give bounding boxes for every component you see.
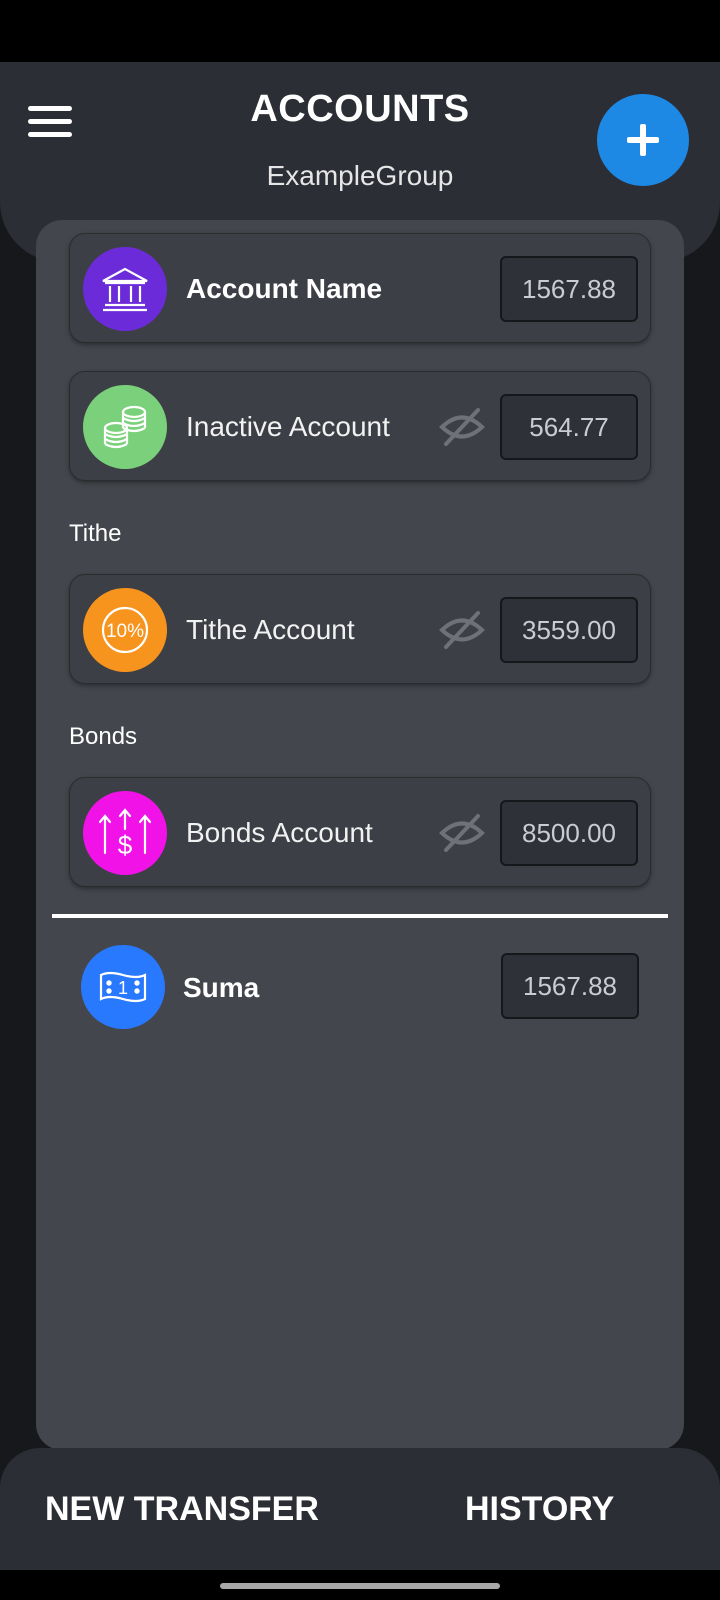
summary-divider xyxy=(52,914,668,918)
account-name: Inactive Account xyxy=(186,411,390,442)
percent-icon-label: 10% xyxy=(106,621,144,642)
dollar-sign-label: $ xyxy=(118,830,133,860)
account-card-inactive-account[interactable]: Inactive Account 564.77 xyxy=(69,371,651,481)
percent-icon: 10% xyxy=(83,588,167,672)
account-card-bonds-account[interactable]: $ Bonds Account 8500.00 xyxy=(69,777,651,887)
account-name: Bonds Account xyxy=(186,817,373,848)
hamburger-line xyxy=(28,132,72,137)
dollar-arrows-icon: $ xyxy=(83,791,167,875)
plus-icon xyxy=(627,124,659,156)
account-card-tithe-account[interactable]: 10% Tithe Account 3559.00 xyxy=(69,574,651,684)
add-account-button[interactable] xyxy=(597,94,689,186)
account-name: Account Name xyxy=(186,273,383,304)
account-card-account-name[interactable]: Account Name 1567.88 xyxy=(69,233,651,343)
account-balance-field[interactable]: 564.77 xyxy=(500,394,638,460)
summary-total-field: 1567.88 xyxy=(501,953,639,1019)
account-name: Tithe Account xyxy=(186,614,355,645)
summary-label: Suma xyxy=(183,972,260,1003)
history-button[interactable]: HISTORY xyxy=(465,1490,614,1529)
eye-off-icon[interactable] xyxy=(438,406,486,448)
bank-icon xyxy=(83,247,167,331)
section-label-tithe: Tithe xyxy=(69,520,122,547)
eye-off-icon[interactable] xyxy=(438,609,486,651)
home-indicator[interactable] xyxy=(220,1583,500,1589)
new-transfer-button[interactable]: NEW TRANSFER xyxy=(45,1490,319,1529)
account-balance-field[interactable]: 8500.00 xyxy=(500,800,638,866)
eye-off-icon[interactable] xyxy=(438,812,486,854)
banknote-icon: 1 xyxy=(81,945,165,1029)
status-bar xyxy=(0,0,720,62)
section-label-bonds: Bonds xyxy=(69,723,138,750)
banknote-label: 1 xyxy=(118,978,128,998)
account-balance-field[interactable]: 1567.88 xyxy=(500,256,638,322)
account-balance-field[interactable]: 3559.00 xyxy=(500,597,638,663)
coins-icon xyxy=(83,385,167,469)
